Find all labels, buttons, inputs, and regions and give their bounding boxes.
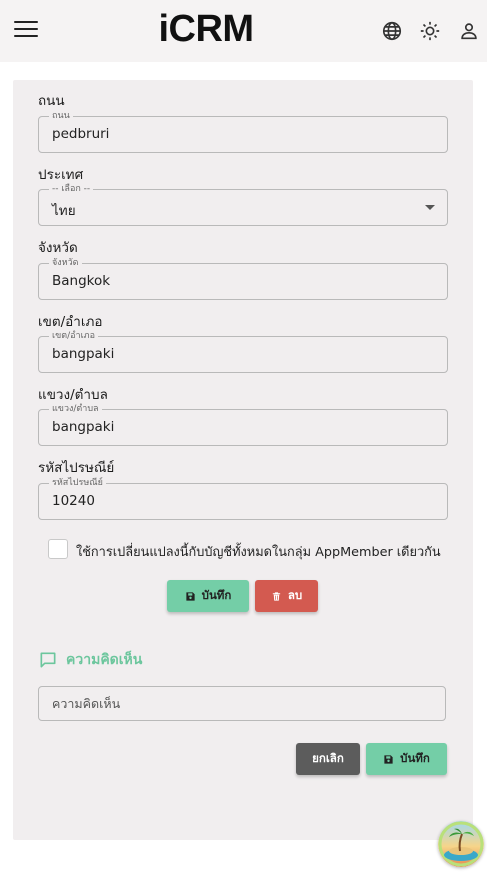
trash-icon xyxy=(272,591,280,601)
save-address-button[interactable]: บันทึก xyxy=(167,580,249,612)
postal-code-field[interactable]: รหัสไปรษณีย์ 10240 xyxy=(38,477,448,520)
comment-title: ความคิดเห็น xyxy=(66,652,143,668)
floating-assistant-avatar[interactable] xyxy=(438,821,484,867)
cancel-label: ยกเลิก xyxy=(312,751,344,765)
subdistrict-field[interactable]: แขวง/ตำบล bangpaki xyxy=(38,403,448,446)
beach-icon xyxy=(438,821,484,867)
delete-button[interactable]: ลบ xyxy=(255,580,318,612)
road-label: ถนน xyxy=(38,93,65,109)
subdistrict-label: แขวง/ตำบล xyxy=(38,387,108,403)
comment-input[interactable] xyxy=(38,686,446,721)
comment-section-header: ความคิดเห็น xyxy=(38,649,142,671)
province-label: จังหวัด xyxy=(38,240,78,256)
postal-code-field-value: 10240 xyxy=(52,493,95,509)
postal-code-field-legend: รหัสไปรษณีย์ xyxy=(49,477,106,489)
district-field[interactable]: เขต/อำเภอ bangpaki xyxy=(38,330,448,373)
sun-icon[interactable] xyxy=(419,20,441,42)
district-field-value: bangpaki xyxy=(52,346,115,362)
postal-code-label: รหัสไปรษณีย์ xyxy=(38,460,115,476)
user-icon[interactable] xyxy=(458,20,480,42)
save-address-label: บันทึก xyxy=(201,588,232,602)
floppy-disk-icon xyxy=(384,754,393,764)
province-field[interactable]: จังหวัด Bangkok xyxy=(38,257,448,300)
app-title: iCRM xyxy=(158,8,254,50)
globe-icon[interactable] xyxy=(381,20,403,42)
road-field-legend: ถนน xyxy=(49,110,73,122)
subdistrict-field-legend: แขวง/ตำบล xyxy=(49,403,102,415)
cancel-button[interactable]: ยกเลิก xyxy=(296,743,360,775)
province-field-legend: จังหวัด xyxy=(49,257,82,269)
delete-label: ลบ xyxy=(287,588,303,602)
country-label: ประเทศ xyxy=(38,167,84,183)
province-field-value: Bangkok xyxy=(52,273,111,289)
country-select-legend: -- เลือก -- xyxy=(49,183,94,195)
comment-icon xyxy=(40,652,56,668)
app-bar: iCRM xyxy=(0,0,487,62)
subdistrict-field-value: bangpaki xyxy=(52,419,115,435)
district-label: เขต/อำเภอ xyxy=(38,314,103,330)
apply-all-checkbox[interactable] xyxy=(48,539,68,559)
country-select-value: ไทย xyxy=(52,203,76,219)
floppy-disk-icon xyxy=(186,591,195,601)
save-comment-label: บันทึก xyxy=(400,751,430,765)
apply-all-label: ใช้การเปลี่ยนแปลงนี้กับบัญชีทั้งหมดในกลุ… xyxy=(76,545,441,560)
save-comment-button[interactable]: บันทึก xyxy=(366,743,447,775)
country-select[interactable]: -- เลือก -- ไทย xyxy=(38,183,448,226)
road-field[interactable]: ถนน pedbruri xyxy=(38,110,448,153)
district-field-legend: เขต/อำเภอ xyxy=(49,330,98,342)
chevron-down-icon xyxy=(425,205,435,210)
hamburger-menu-icon[interactable] xyxy=(14,21,38,41)
road-field-value: pedbruri xyxy=(52,126,110,142)
